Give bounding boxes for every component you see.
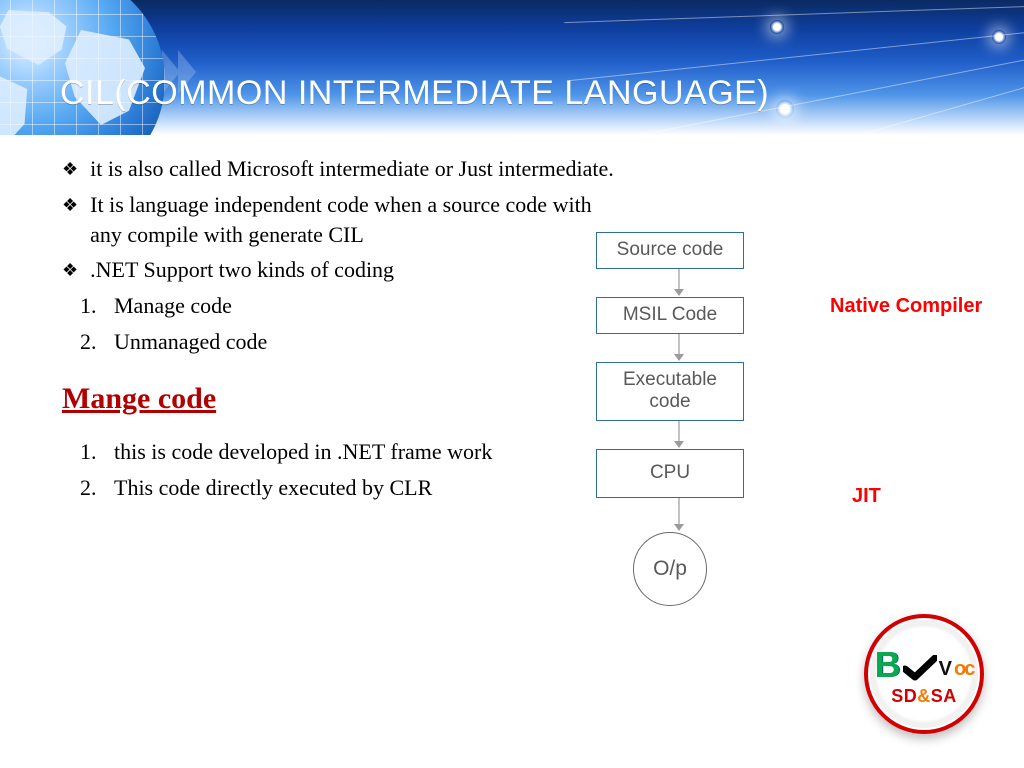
flow-box-executable-code: Executable code (596, 362, 744, 422)
item-number: 2. (80, 327, 100, 357)
checkmark-icon (903, 655, 937, 681)
diamond-bullet-icon: ❖ (62, 190, 78, 249)
logo-letter-b: B (875, 647, 901, 683)
item-number: 1. (80, 291, 100, 321)
header-decor-lines (604, 0, 1024, 135)
flow-output: O/p (633, 532, 707, 606)
globe-icon (0, 0, 165, 135)
flow-box-msil-code: MSIL Code (596, 297, 744, 334)
item-text: Unmanaged code (114, 327, 267, 357)
bullet-text: .NET Support two kinds of coding (90, 255, 394, 285)
flow-box-source-code: Source code (596, 232, 744, 269)
diamond-bullet-icon: ❖ (62, 154, 78, 184)
label-jit: JIT (852, 485, 881, 508)
flow-box-cpu: CPU (596, 449, 744, 498)
label-native-compiler: Native Compiler (830, 295, 982, 318)
slide-header: CIL(COMMON INTERMEDIATE LANGUAGE) (0, 0, 1024, 135)
flow-diagram: Source code MSIL Code Executable code CP… (530, 232, 810, 606)
item-number: 2. (80, 473, 100, 503)
item-text: This code directly executed by CLR (114, 473, 432, 503)
slide-title: CIL(COMMON INTERMEDIATE LANGUAGE) (60, 74, 769, 113)
logo-subtext: SD&SA (891, 687, 957, 705)
logo-letter-v: V (939, 659, 952, 679)
bullet-text: it is also called Microsoft intermediate… (90, 154, 614, 184)
diamond-bullet-icon: ❖ (62, 255, 78, 285)
logo-letters-oc: oc (954, 659, 973, 679)
item-number: 1. (80, 437, 100, 467)
bullet-item: ❖ it is also called Microsoft intermedia… (62, 154, 622, 184)
item-text: this is code developed in .NET frame wor… (114, 437, 492, 467)
item-text: Manage code (114, 291, 232, 321)
logo-badge: B V oc SD&SA (864, 614, 984, 734)
